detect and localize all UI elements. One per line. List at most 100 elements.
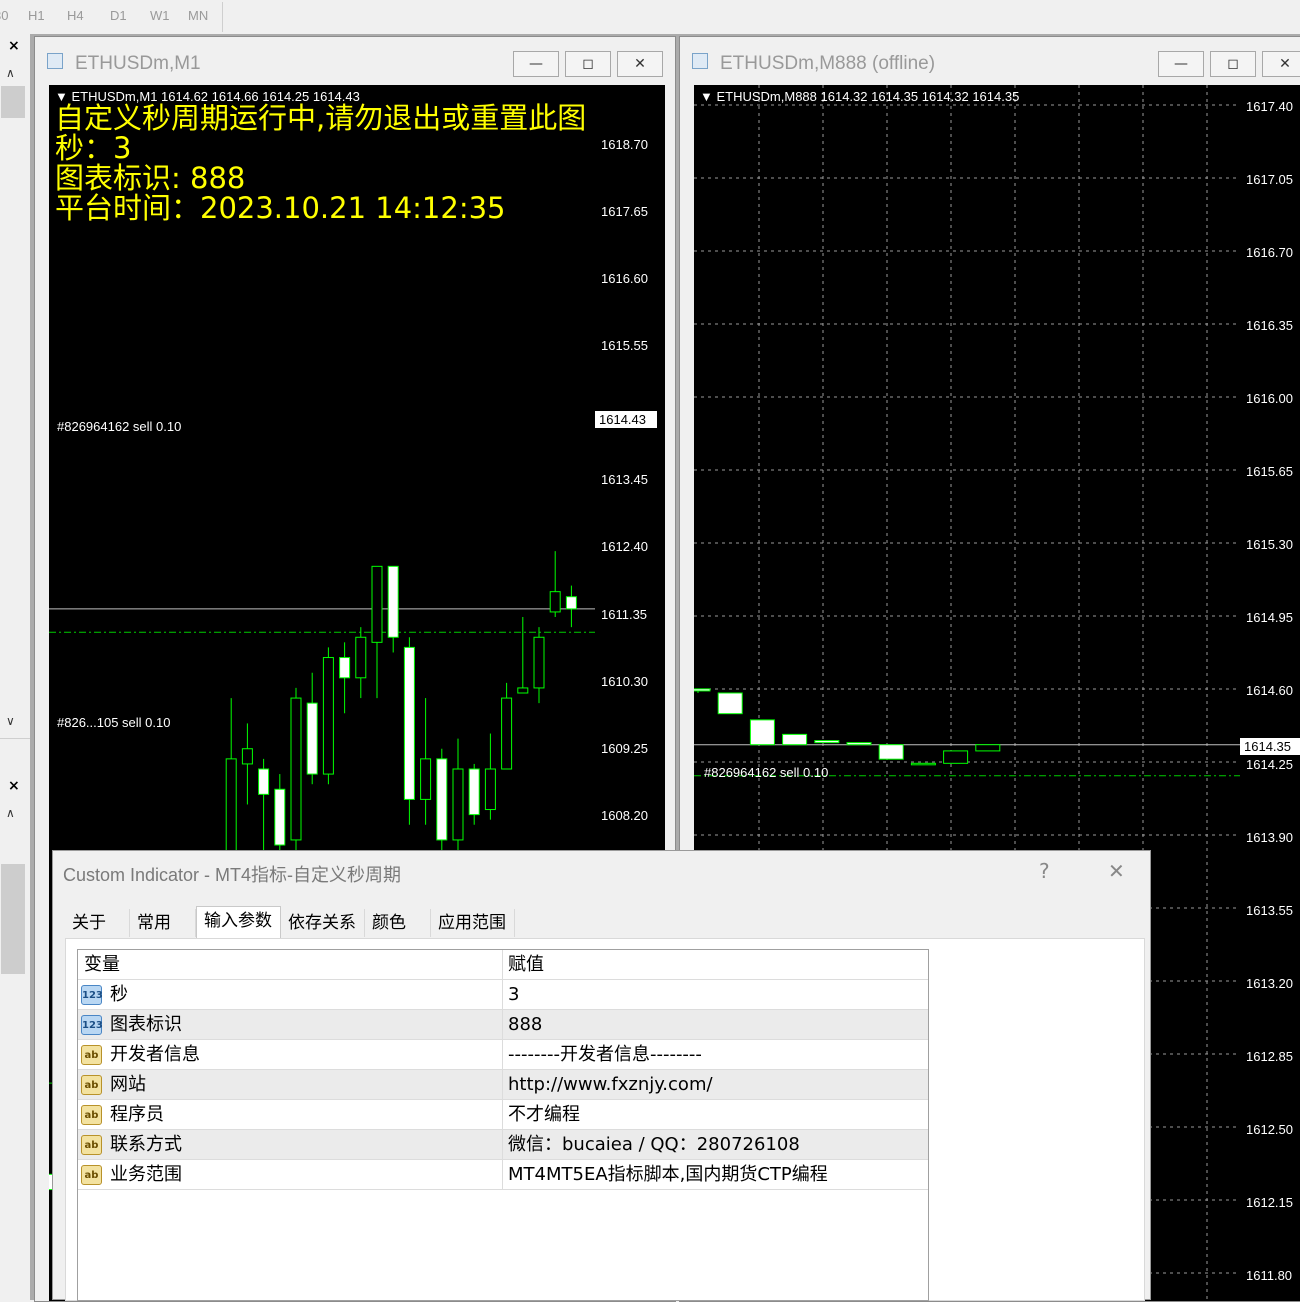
dialog-close-button[interactable]: ✕ (1108, 859, 1125, 883)
bear-candle (878, 744, 904, 760)
row-value[interactable]: 888 (508, 1010, 542, 1040)
bear-candle (846, 742, 872, 746)
bear-candle (403, 646, 415, 800)
column-divider (502, 980, 503, 1010)
price-label: 1612.40 (601, 539, 648, 554)
chart-header-values: ETHUSDm,M888 1614.32 1614.35 1614.32 161… (716, 89, 1020, 104)
current-price-label: 1614.43 (595, 411, 657, 428)
bear-candle (468, 768, 480, 816)
row-value[interactable]: --------开发者信息-------- (508, 1040, 702, 1070)
timeframe-h1-button[interactable]: H1 (28, 8, 45, 23)
chart-window-title: ETHUSDm,M1 (75, 53, 201, 74)
order-label[interactable]: #826964162 sell 0.10 (704, 765, 828, 780)
timeframe-toolbar: 30 H1 H4 D1 W1 MN (0, 0, 1300, 35)
tab-about[interactable]: 关于 (65, 909, 130, 937)
bull-candle (241, 748, 253, 765)
row-variable-name: 联系方式 (110, 1134, 182, 1155)
timeframe-d1-button[interactable]: D1 (110, 8, 127, 23)
bear-candle (782, 733, 808, 746)
minimize-button[interactable]: — (513, 51, 559, 77)
indicator-status-text: 自定义秒周期运行中,请勿退出或重置此图 (55, 101, 587, 135)
bull-candle (943, 750, 969, 764)
close-button[interactable]: ✕ (617, 51, 663, 77)
column-divider (502, 1130, 503, 1160)
row-value[interactable]: 不才编程 (508, 1100, 580, 1130)
scroll-up-icon[interactable]: ∧ (6, 806, 15, 820)
bull-candle (290, 697, 302, 841)
table-row[interactable]: 123 秒 3 (78, 980, 928, 1010)
table-row[interactable]: ab 联系方式 微信：bucaiea / QQ：280726108 (78, 1130, 928, 1160)
toolbar-separator (222, 2, 223, 32)
grid-header-variable[interactable]: 变量 (84, 950, 120, 980)
bear-candle (436, 758, 448, 841)
grid-header-value[interactable]: 赋值 (508, 950, 544, 980)
bear-candle (717, 692, 743, 715)
price-label: 1613.90 (1246, 830, 1293, 845)
tab-dependencies[interactable]: 依存关系 (281, 909, 365, 937)
string-type-icon: ab (81, 1165, 102, 1185)
tab-colors[interactable]: 颜色 (365, 909, 431, 937)
scroll-up-icon[interactable]: ∧ (6, 66, 15, 80)
price-label: 1617.40 (1246, 99, 1293, 114)
price-label: 1613.45 (601, 472, 648, 487)
price-label: 1615.55 (601, 338, 648, 353)
timeframe-mn-button[interactable]: MN (188, 8, 208, 23)
table-row[interactable]: 123 图表标识 888 (78, 1010, 928, 1040)
tab-visualization[interactable]: 应用范围 (431, 909, 515, 937)
column-divider[interactable] (502, 950, 503, 980)
bear-candle (339, 657, 351, 679)
column-divider (502, 1100, 503, 1130)
row-variable-name: 业务范围 (110, 1164, 182, 1185)
panel-close-icon[interactable]: × (8, 778, 20, 794)
chart-window-titlebar[interactable]: ETHUSDm,M1 — ◻ ✕ (35, 37, 675, 83)
price-label: 1617.65 (601, 204, 648, 219)
scrollbar-thumb[interactable] (1, 86, 25, 118)
bull-candle (517, 687, 529, 694)
row-value[interactable]: MT4MT5EA指标脚本,国内期货CTP编程 (508, 1160, 828, 1190)
inputs-grid[interactable]: 变量 赋值 123 秒 3 123 图表标识 888 ab 开发者信息 ----… (77, 949, 929, 1301)
indicator-seconds-text: 秒：3 (55, 131, 132, 165)
scrollbar-thumb[interactable] (1, 864, 25, 974)
row-value[interactable]: http://www.fxznjy.com/ (508, 1070, 713, 1100)
string-type-icon: ab (81, 1105, 102, 1125)
bull-candle (322, 657, 334, 775)
help-button[interactable]: ? (1039, 859, 1050, 883)
table-row[interactable]: ab 业务范围 MT4MT5EA指标脚本,国内期货CTP编程 (78, 1160, 928, 1190)
restore-button[interactable]: ◻ (1210, 51, 1256, 77)
row-variable-name: 网站 (110, 1074, 146, 1095)
scroll-down-icon[interactable]: ∨ (6, 714, 15, 728)
table-row[interactable]: ab 开发者信息 --------开发者信息-------- (78, 1040, 928, 1070)
order-label[interactable]: #826...105 sell 0.10 (57, 715, 170, 730)
row-variable-name: 图表标识 (110, 1014, 182, 1035)
price-label: 1616.00 (1246, 391, 1293, 406)
order-label[interactable]: #826964162 sell 0.10 (57, 419, 181, 434)
tab-inputs[interactable]: 输入参数 (196, 906, 281, 939)
bear-candle (749, 719, 775, 746)
close-button[interactable]: ✕ (1262, 51, 1300, 77)
panel-close-icon[interactable]: × (8, 38, 20, 54)
price-label: 1616.60 (601, 271, 648, 286)
restore-button[interactable]: ◻ (565, 51, 611, 77)
minimize-button[interactable]: — (1158, 51, 1204, 77)
price-label: 1612.15 (1246, 1195, 1293, 1210)
row-value[interactable]: 3 (508, 980, 519, 1010)
chart-window-titlebar[interactable]: ETHUSDm,M888 (offline) — ◻ ✕ (680, 37, 1300, 83)
timeframe-w1-button[interactable]: W1 (150, 8, 170, 23)
bear-candle (258, 768, 270, 795)
chart-window-icon (47, 53, 63, 69)
column-divider (502, 1010, 503, 1040)
row-value[interactable]: 微信：bucaiea / QQ：280726108 (508, 1130, 800, 1160)
chart-window-title: ETHUSDm,M888 (offline) (720, 53, 936, 74)
table-row[interactable]: ab 网站 http://www.fxznjy.com/ (78, 1070, 928, 1100)
timeframe-h4-button[interactable]: H4 (67, 8, 84, 23)
timeframe-m30-button[interactable]: 30 (0, 8, 8, 23)
inputs-tab-panel: 变量 赋值 123 秒 3 123 图表标识 888 ab 开发者信息 ----… (65, 938, 1145, 1301)
bear-candle (694, 688, 711, 692)
grid-header-row: 变量 赋值 (78, 950, 928, 980)
table-row[interactable]: ab 程序员 不才编程 (78, 1100, 928, 1130)
bear-candle (274, 788, 286, 846)
indicator-platform-time-text: 平台时间：2023.10.21 14:12:35 (55, 191, 506, 225)
dialog-title: Custom Indicator - MT4指标-自定义秒周期 (63, 865, 402, 885)
price-label: 1615.65 (1246, 464, 1293, 479)
tab-common[interactable]: 常用 (130, 909, 196, 937)
